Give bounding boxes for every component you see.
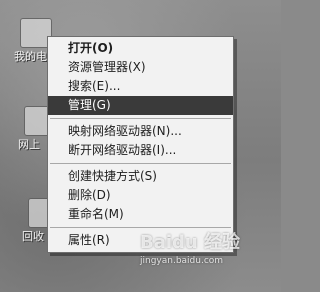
watermark-url: jingyan.baidu.com: [140, 256, 224, 266]
menu-item-delete[interactable]: 删除(D): [48, 186, 233, 205]
menu-item-disconnect-network-drive[interactable]: 断开网络驱动器(I)...: [48, 141, 233, 160]
baidu-jingyan-watermark: Baidu 经验 jingyan.baidu.com: [140, 228, 278, 266]
menu-item-rename[interactable]: 重命名(M): [48, 205, 233, 224]
menu-item-search[interactable]: 搜索(E)...: [48, 77, 233, 96]
menu-item-explorer[interactable]: 资源管理器(X): [48, 58, 233, 77]
menu-item-map-network-drive[interactable]: 映射网络驱动器(N)...: [48, 122, 233, 141]
menu-item-manage[interactable]: 管理(G): [48, 96, 233, 115]
menu-separator: [50, 163, 231, 164]
watermark-logo: Baidu 经验: [140, 232, 241, 253]
menu-item-create-shortcut[interactable]: 创建快捷方式(S): [48, 167, 233, 186]
menu-item-open[interactable]: 打开(O): [48, 39, 233, 58]
menu-separator: [50, 118, 231, 119]
context-menu: 打开(O) 资源管理器(X) 搜索(E)... 管理(G) 映射网络驱动器(N)…: [47, 36, 234, 253]
